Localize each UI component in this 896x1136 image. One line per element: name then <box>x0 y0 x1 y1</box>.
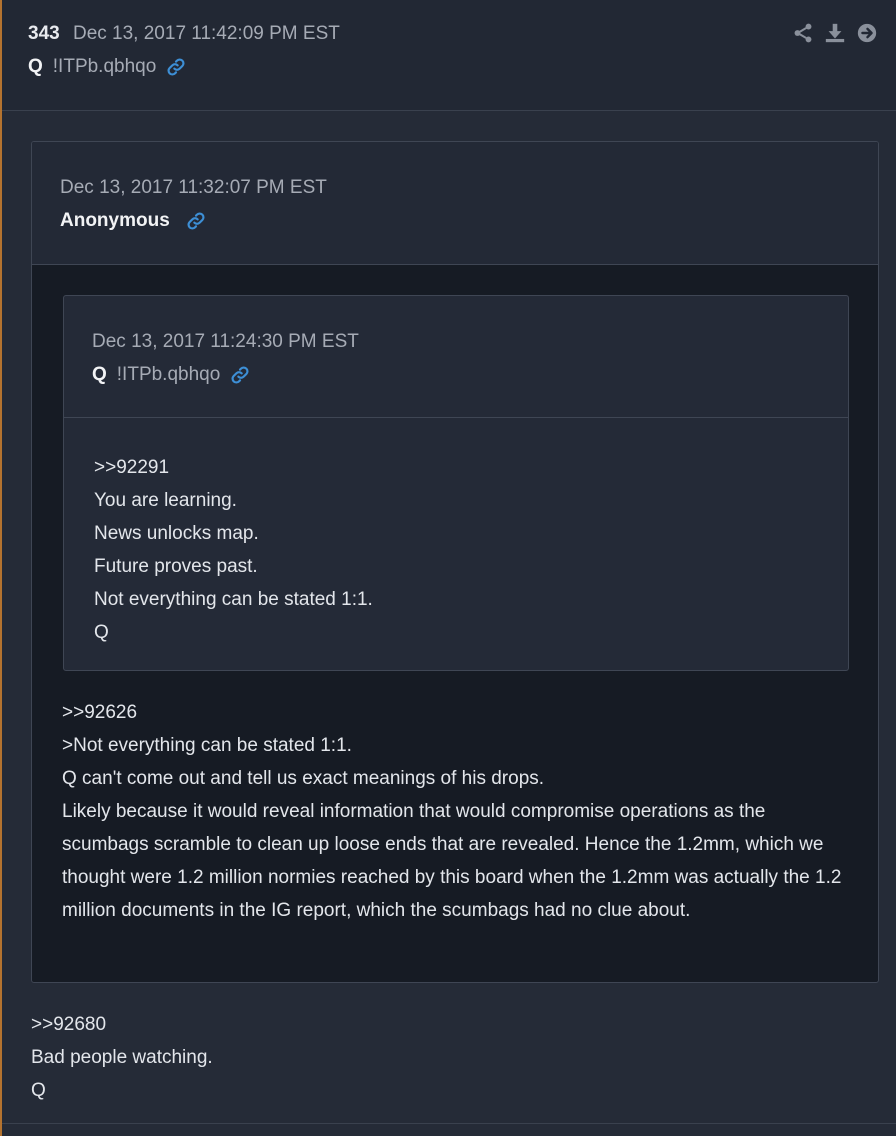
reply-link[interactable]: >>92291 <box>94 451 814 484</box>
body-line: Not everything can be stated 1:1. <box>94 589 373 610</box>
link-icon[interactable] <box>166 57 186 77</box>
body-line: You are learning. <box>94 490 237 511</box>
body-line: Future proves past. <box>94 556 258 577</box>
body-line: News unlocks map. <box>94 523 259 544</box>
link-icon[interactable] <box>186 211 206 231</box>
post-meta: 343 Dec 13, 2017 11:42:09 PM EST <box>28 22 340 46</box>
body-line: Q can't come out and tell us exact meani… <box>62 768 545 789</box>
body-paragraph: Likely because it would reveal informati… <box>62 801 842 921</box>
nested-quoted-post: Dec 13, 2017 11:24:30 PM EST Q !ITPb.qbh… <box>63 295 849 671</box>
left-accent-bar <box>0 0 2 1136</box>
quoted-post-body: >>92626 >Not everything can be stated 1:… <box>62 696 852 927</box>
arrow-right-circle-icon[interactable] <box>856 22 878 44</box>
post-header: 343 Dec 13, 2017 11:42:09 PM EST Q !ITPb… <box>2 0 896 111</box>
nested-post-body: >>92291 You are learning. News unlocks m… <box>94 451 814 649</box>
nested-post-author-line: Q !ITPb.qbhqo <box>92 363 250 387</box>
quoted-post-author: Anonymous <box>60 210 170 231</box>
body-line: Bad people watching. <box>31 1047 213 1068</box>
nested-post-date: Dec 13, 2017 11:24:30 PM EST <box>92 331 359 352</box>
quoted-post: Dec 13, 2017 11:32:07 PM EST Anonymous D… <box>31 141 879 983</box>
post-actions <box>792 22 878 44</box>
post-body: >>92680 Bad people watching. Q <box>31 1008 871 1107</box>
quoted-post-header: Dec 13, 2017 11:32:07 PM EST Anonymous <box>32 142 878 265</box>
post-divider <box>2 1123 896 1124</box>
share-icon[interactable] <box>792 22 814 44</box>
body-line: Q <box>31 1080 46 1101</box>
quoted-post-date: Dec 13, 2017 11:32:07 PM EST <box>60 177 327 198</box>
greentext-line: >Not everything can be stated 1:1. <box>62 735 352 756</box>
download-icon[interactable] <box>824 22 846 44</box>
post-tripcode: !ITPb.qbhqo <box>52 56 157 77</box>
post-number: 343 <box>28 23 60 44</box>
reply-link[interactable]: >>92626 <box>62 696 852 729</box>
post-author: Q <box>28 56 43 77</box>
quoted-post-author-line: Anonymous <box>60 209 206 233</box>
nested-post-author: Q <box>92 364 107 385</box>
reply-link[interactable]: >>92680 <box>31 1008 871 1041</box>
post-date: Dec 13, 2017 11:42:09 PM EST <box>72 23 340 44</box>
nested-post-header: Dec 13, 2017 11:24:30 PM EST Q !ITPb.qbh… <box>64 296 848 418</box>
post-author-line: Q !ITPb.qbhqo <box>28 55 186 79</box>
link-icon[interactable] <box>230 365 250 385</box>
body-line: Q <box>94 622 109 643</box>
nested-post-tripcode: !ITPb.qbhqo <box>116 364 221 385</box>
